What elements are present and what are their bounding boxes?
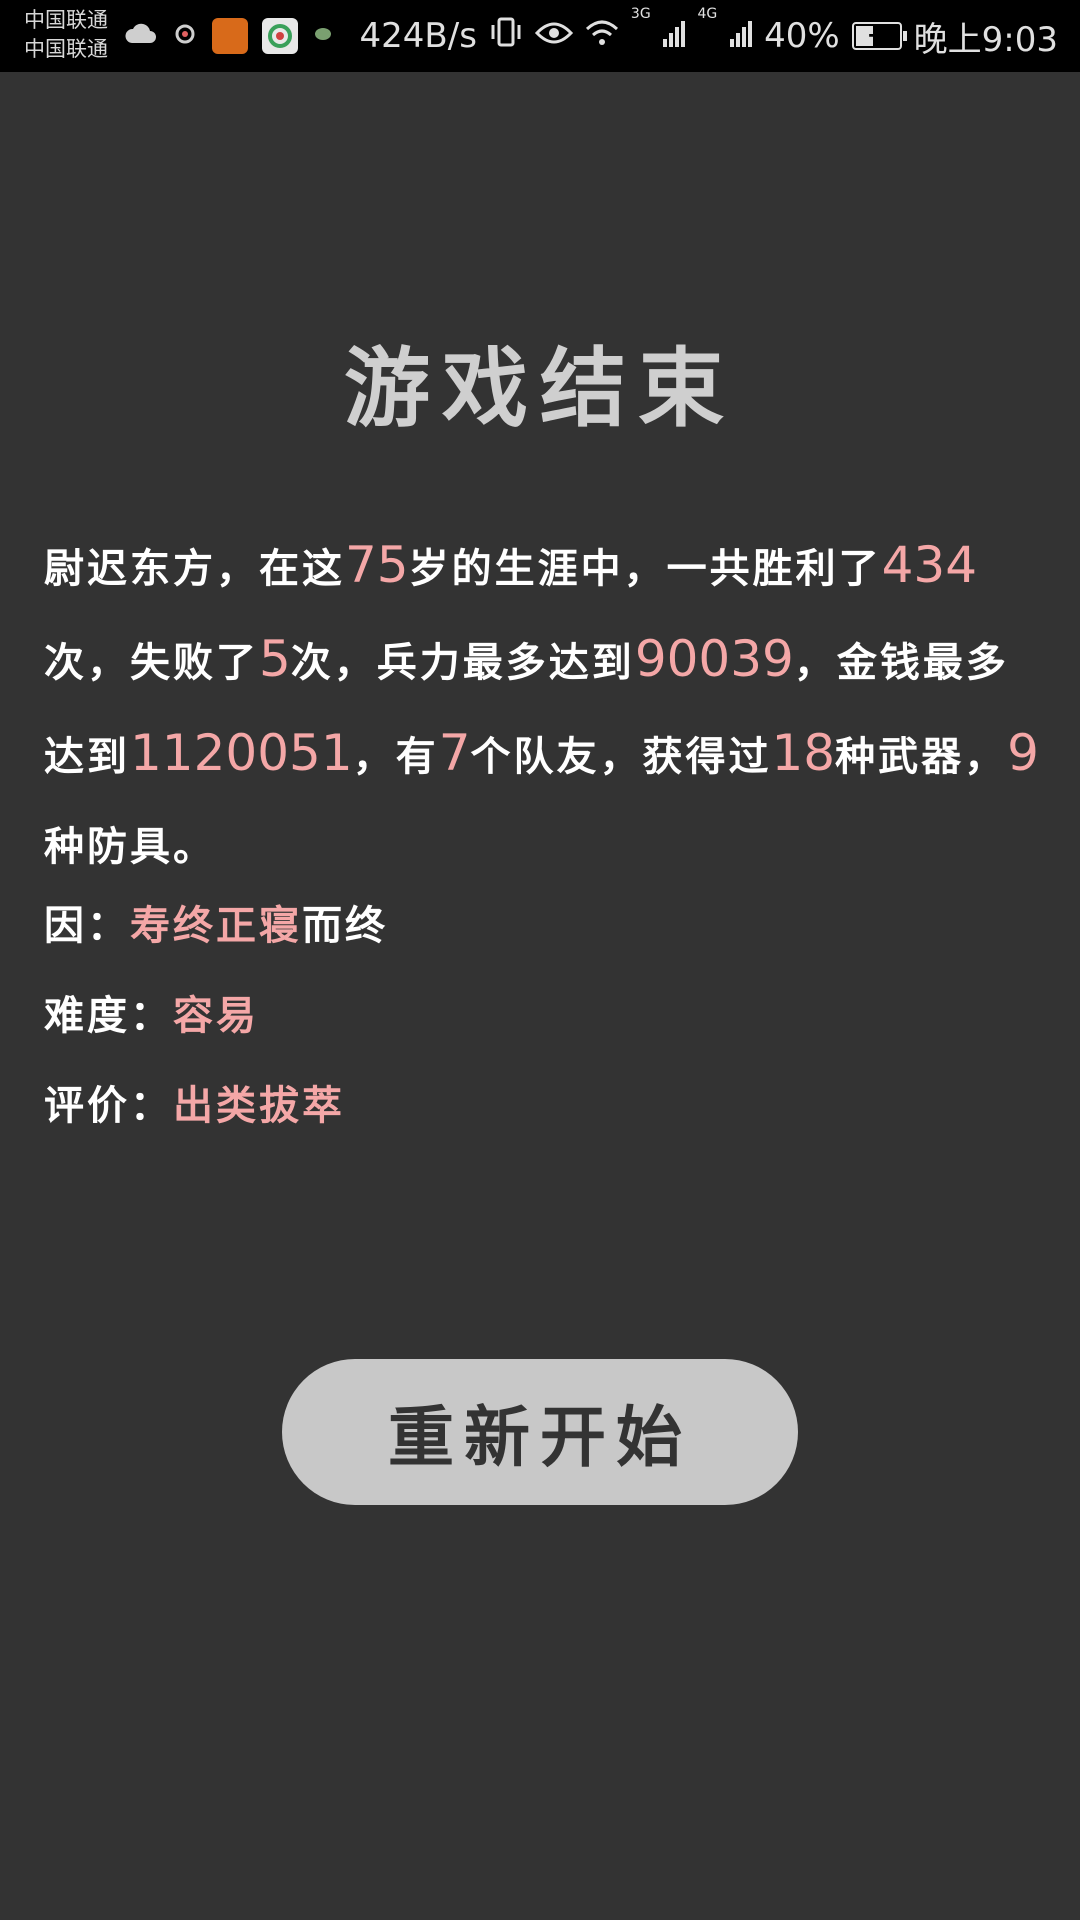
scan-icon	[172, 21, 198, 51]
cloud-icon	[124, 23, 158, 49]
restart-button[interactable]: 重新开始	[282, 1359, 798, 1505]
age-value: 75	[345, 536, 409, 594]
weapons-value: 18	[771, 724, 836, 782]
teammates-value: 7	[438, 724, 471, 782]
max-money-value: 1120051	[130, 724, 353, 782]
rating-row: 评价：出类拔萃	[44, 1073, 345, 1131]
losses-value: 5	[259, 630, 291, 688]
player-name: 尉迟东方	[44, 545, 216, 592]
game-app-icon	[212, 18, 248, 54]
vibrate-icon	[489, 15, 523, 58]
status-bar: 中国联通 中国联通 424B/s 3G 4G 40% + 晚上9:03	[0, 0, 1080, 72]
signal-type-1: 3G	[630, 6, 651, 22]
wifi-icon	[585, 16, 619, 56]
rating-label: 评价：	[44, 1082, 173, 1129]
signal-icon-2: 4G	[697, 6, 753, 56]
eye-icon	[534, 16, 573, 56]
game-over-title: 游戏结束	[344, 338, 736, 439]
clock: 晚上9:03	[913, 19, 1058, 60]
leaf-icon	[312, 24, 334, 48]
battery-icon: +	[851, 21, 907, 50]
net-speed: 424B/s	[359, 16, 477, 56]
signal-icon-1: 3G	[631, 6, 686, 56]
status-right: 424B/s 3G 4G 40% + 晚上9:03	[348, 0, 1058, 72]
armors-value: 9	[1007, 724, 1039, 782]
career-summary: 尉迟东方，在这75岁的生涯中，一共胜利了434次，失败了5次，兵力最多达到900…	[44, 536, 1039, 870]
carrier-1: 中国联通	[24, 8, 108, 32]
carrier-2: 中国联通	[24, 37, 108, 61]
browser-app-icon	[262, 18, 298, 54]
cause-row: 因：寿终正寝而终	[44, 893, 388, 951]
wins-value: 434	[881, 536, 978, 594]
cause-label: 因：	[44, 902, 130, 949]
cause-suffix: 而终	[302, 902, 388, 949]
carrier-info: 中国联通 中国联通	[24, 6, 108, 64]
cause-value: 寿终正寝	[130, 902, 302, 949]
signal-type-2: 4G	[697, 6, 718, 22]
battery-percent: 40%	[764, 16, 840, 56]
difficulty-row: 难度：容易	[44, 983, 259, 1041]
rating-value: 出类拔萃	[173, 1082, 345, 1129]
difficulty-label: 难度：	[44, 992, 173, 1039]
difficulty-value: 容易	[173, 992, 259, 1039]
notification-icons	[124, 14, 348, 58]
max-troops-value: 90039	[634, 630, 794, 688]
